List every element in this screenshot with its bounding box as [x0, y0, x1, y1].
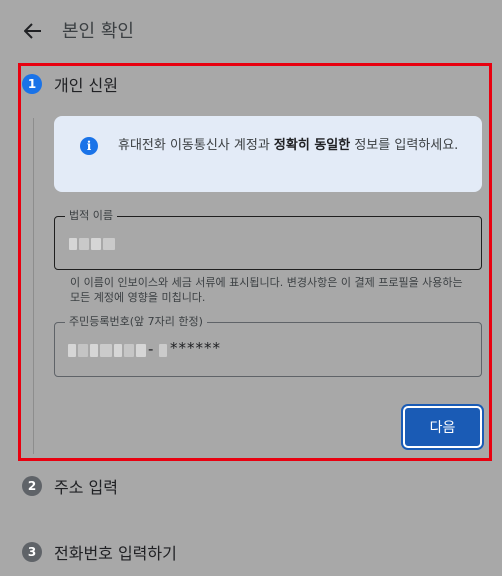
- step-2-label: 주소 입력: [54, 478, 118, 497]
- info-banner: i 휴대전화 이동통신사 계정과 정확히 동일한 정보를 입력하세요.: [54, 116, 482, 192]
- step-2[interactable]: 2 주소 입력: [22, 474, 118, 498]
- resident-number-digit-redacted: [159, 344, 167, 357]
- page-title: 본인 확인: [62, 21, 134, 42]
- step-1-label: 개인 신원: [54, 76, 118, 95]
- header: 본인 확인: [0, 0, 502, 60]
- resident-number-field[interactable]: 주민등록번호(앞 7자리 한정) - ******: [54, 314, 482, 377]
- legal-name-field[interactable]: 법적 이름: [54, 208, 482, 270]
- step-rail: [33, 118, 34, 454]
- resident-number-separator: -: [148, 340, 155, 358]
- info-icon: i: [80, 137, 98, 155]
- identity-verification-page: 본인 확인 1 개인 신원 i 휴대전화 이동통신사 계정과 정확히 동일한 정…: [0, 0, 502, 576]
- step-3-label: 전화번호 입력하기: [54, 544, 177, 563]
- step-2-number: 2: [22, 476, 42, 496]
- resident-number-masked: ******: [170, 339, 221, 357]
- legal-name-helper-text: 이 이름이 인보이스와 세금 서류에 표시됩니다. 변경사항은 이 결제 프로필…: [70, 276, 463, 304]
- step-1-header: 1 개인 신원: [22, 72, 118, 96]
- legal-name-label: 법적 이름: [65, 208, 117, 224]
- arrow-left-icon: [24, 23, 41, 39]
- info-text: 휴대전화 이동통신사 계정과 정확히 동일한 정보를 입력하세요.: [118, 138, 459, 153]
- step-3[interactable]: 3 전화번호 입력하기: [22, 540, 177, 564]
- next-button[interactable]: 다음: [403, 406, 482, 448]
- back-button[interactable]: [20, 18, 46, 44]
- step-1-number: 1: [22, 74, 42, 94]
- resident-number-label: 주민등록번호(앞 7자리 한정): [65, 314, 207, 330]
- step-3-number: 3: [22, 542, 42, 562]
- info-emphasis: 정확히 동일한: [273, 138, 351, 153]
